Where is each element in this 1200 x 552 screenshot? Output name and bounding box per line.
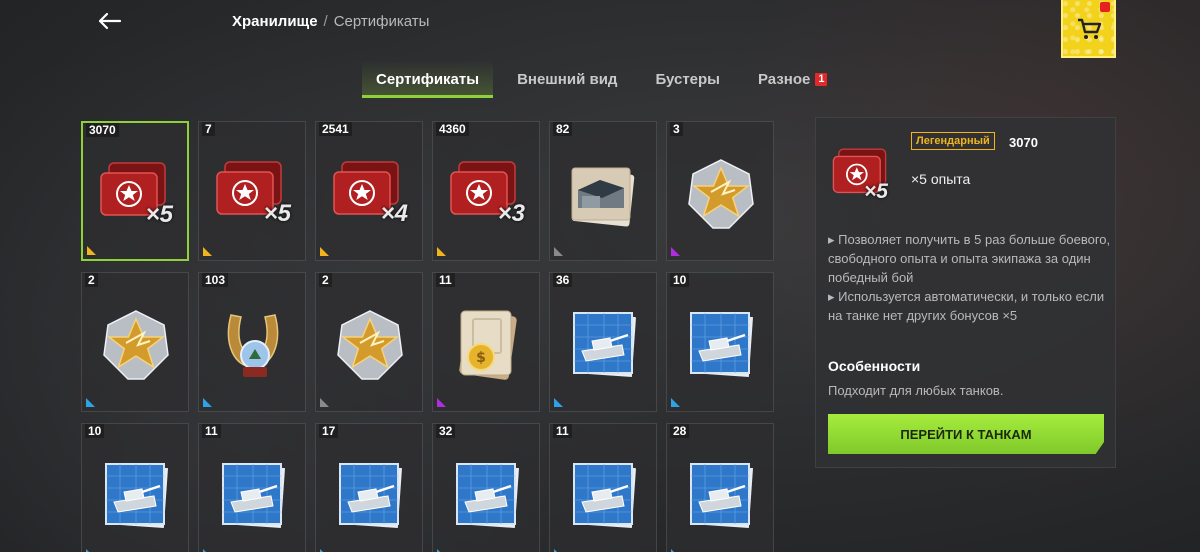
star-icon [337, 310, 403, 380]
blueprint-icon [690, 463, 754, 529]
item-cell[interactable]: 2 [315, 272, 423, 412]
item-count: 2541 [319, 122, 352, 136]
rarity-corner-icon [671, 247, 680, 256]
item-cell[interactable]: 17 [315, 423, 423, 552]
item-multiplier: ×5 [145, 201, 173, 228]
item-count: 11 [553, 424, 572, 438]
rarity-corner-icon [203, 247, 212, 256]
description-line: ▸ Используется автоматически, и только е… [828, 289, 1105, 323]
detail-multiplier: ×5 [864, 180, 888, 203]
rarity-corner-icon [554, 398, 563, 407]
item-cell[interactable]: 2541 ×4 [315, 121, 423, 261]
item-cell[interactable]: 28 [666, 423, 774, 552]
item-count: 28 [670, 424, 690, 438]
item-multiplier: ×4 [380, 200, 408, 227]
rarity-corner-icon [554, 247, 563, 256]
item-count: 11 [436, 273, 455, 287]
blueprint-icon [573, 312, 637, 378]
horseshoe-icon [227, 314, 279, 377]
item-multiplier: ×5 [263, 200, 291, 227]
item-cell[interactable]: 2 [81, 272, 189, 412]
features-text: Подходит для любых танков. [828, 383, 1004, 398]
shop-notification-badge [1100, 2, 1110, 12]
rarity-corner-icon [320, 247, 329, 256]
tab-boosters[interactable]: Бустеры [641, 60, 734, 98]
item-cell[interactable]: 4360 ×3 [432, 121, 540, 261]
item-multiplier: ×3 [497, 200, 525, 227]
item-count: 10 [85, 424, 105, 438]
item-details-panel: ×5 Легендарный 3070 ×5 опыта ▸ Позволяет… [815, 117, 1116, 468]
rarity-corner-icon [671, 398, 680, 407]
go-to-tanks-button[interactable]: ПЕРЕЙТИ К ТАНКАМ [828, 414, 1104, 454]
tab-certificates[interactable]: Сертификаты [362, 60, 494, 98]
item-cell[interactable]: 103 [198, 272, 306, 412]
svg-text:$: $ [476, 350, 486, 366]
blueprint-icon [339, 463, 403, 529]
misc-count-badge: 1 [815, 72, 828, 86]
description-line: ▸ Позволяет получить в 5 раз больше боев… [828, 232, 1111, 285]
tab-misc[interactable]: Разное 1 [744, 60, 841, 98]
item-count: 2 [85, 273, 98, 287]
detail-description: ▸ Позволяет получить в 5 раз больше боев… [828, 230, 1113, 325]
hangar-icon [571, 167, 635, 227]
features-heading: Особенности [828, 358, 921, 374]
breadcrumb: Хранилище / Сертификаты [232, 13, 429, 30]
back-arrow-icon[interactable] [96, 10, 124, 32]
rarity-badge: Легендарный [911, 132, 995, 150]
rarity-corner-icon [87, 246, 96, 255]
blueprint-icon [105, 463, 169, 529]
item-cell[interactable]: 7 ×5 [198, 121, 306, 261]
breadcrumb-separator: / [323, 13, 328, 30]
blueprint-icon [573, 463, 637, 529]
breadcrumb-certificates: Сертификаты [333, 13, 430, 30]
item-count: 10 [670, 273, 690, 287]
item-cell[interactable]: 10 [666, 272, 774, 412]
detail-count: 3070 [1009, 135, 1038, 150]
star-icon [688, 159, 754, 229]
coin-icon: $ [459, 310, 517, 380]
item-count: 3070 [86, 123, 119, 137]
rarity-corner-icon [203, 398, 212, 407]
rarity-corner-icon [437, 247, 446, 256]
item-cell[interactable]: 11 [198, 423, 306, 552]
items-grid: 3070 ×5 7 ×5 2541 ×4 4360 ×3 82 3 2 103 2 [81, 121, 774, 552]
rarity-corner-icon [437, 398, 446, 407]
item-count: 4360 [436, 122, 469, 136]
item-cell[interactable]: 82 [549, 121, 657, 261]
rarity-corner-icon [86, 398, 95, 407]
cart-icon [1078, 18, 1102, 39]
item-count: 11 [202, 424, 221, 438]
item-cell[interactable]: 3 [666, 121, 774, 261]
blueprint-icon [456, 463, 520, 529]
star-icon [103, 310, 169, 380]
item-cell[interactable]: 32 [432, 423, 540, 552]
item-cell[interactable]: 3070 ×5 [81, 121, 189, 261]
category-tabs: Сертификаты Внешний вид Бустеры Разное 1 [362, 60, 851, 98]
breadcrumb-storage[interactable]: Хранилище [232, 13, 318, 30]
item-cell[interactable]: 36 [549, 272, 657, 412]
item-count: 2 [319, 273, 332, 287]
item-cell[interactable]: 10 [81, 423, 189, 552]
shop-button[interactable] [1061, 0, 1116, 58]
detail-subtitle: ×5 опыта [911, 171, 971, 187]
blueprint-icon [690, 312, 754, 378]
rarity-corner-icon [320, 398, 329, 407]
item-count: 7 [202, 122, 215, 136]
item-cell[interactable]: 11 [549, 423, 657, 552]
blueprint-icon [222, 463, 286, 529]
item-count: 17 [319, 424, 339, 438]
item-count: 103 [202, 273, 229, 287]
item-count: 82 [553, 122, 573, 136]
item-count: 3 [670, 122, 683, 136]
tab-appearance[interactable]: Внешний вид [503, 60, 631, 98]
item-count: 32 [436, 424, 456, 438]
item-count: 36 [553, 273, 573, 287]
item-cell[interactable]: $11 [432, 272, 540, 412]
